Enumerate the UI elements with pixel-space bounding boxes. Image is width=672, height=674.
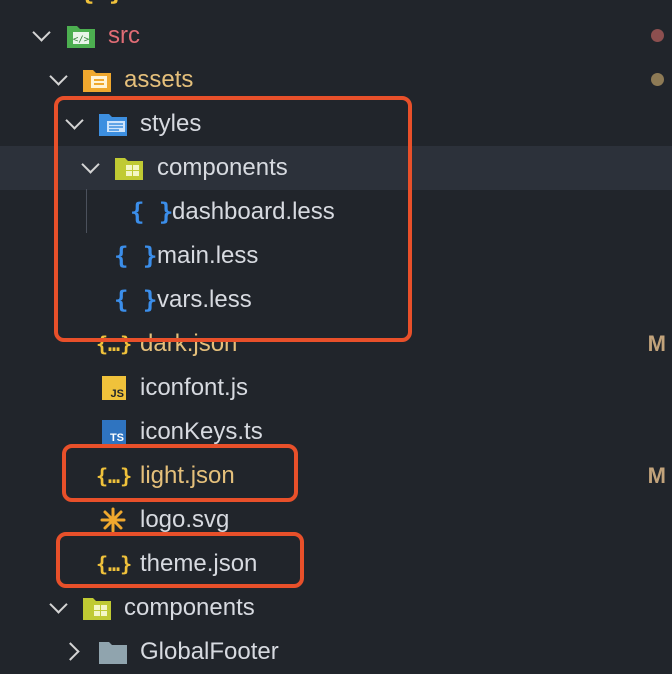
globalfooter-label: GlobalFooter xyxy=(140,638,279,665)
src-label: src xyxy=(108,22,140,49)
tree-row-partial[interactable]: {…} xyxy=(0,0,672,14)
chevron-down-icon[interactable] xyxy=(49,595,68,614)
chevron-right-icon[interactable] xyxy=(61,642,80,661)
modified-dot xyxy=(651,73,664,86)
tree-row-src[interactable]: </> src xyxy=(0,14,672,58)
js-file-icon: JS xyxy=(102,376,126,400)
modified-badge: M xyxy=(647,331,666,356)
highlight-box-theme-json xyxy=(56,532,304,588)
modified-dot xyxy=(651,29,664,42)
iconfont-js-label: iconfont.js xyxy=(140,374,249,401)
assets-folder-icon xyxy=(83,70,111,92)
folder-icon xyxy=(99,642,127,664)
tree-row-iconfont-js[interactable]: JS iconfont.js xyxy=(0,366,672,410)
components-label: components xyxy=(124,594,255,621)
highlight-box-styles-folder xyxy=(54,96,412,342)
src-folder-icon: </> xyxy=(67,26,95,48)
highlight-box-light-json xyxy=(62,444,298,502)
chevron-down-icon[interactable] xyxy=(49,67,68,86)
svg-file-icon xyxy=(100,507,126,533)
tree-row-components[interactable]: components xyxy=(0,586,672,630)
tree-row-globalfooter[interactable]: GlobalFooter xyxy=(0,630,672,674)
svg-text:</>: </> xyxy=(73,35,90,45)
components-folder-icon xyxy=(83,598,111,620)
json-file-icon: {…} xyxy=(80,0,123,14)
modified-badge: M xyxy=(647,463,666,488)
chevron-down-icon[interactable] xyxy=(32,23,51,42)
ts-file-icon: TS xyxy=(102,420,126,444)
